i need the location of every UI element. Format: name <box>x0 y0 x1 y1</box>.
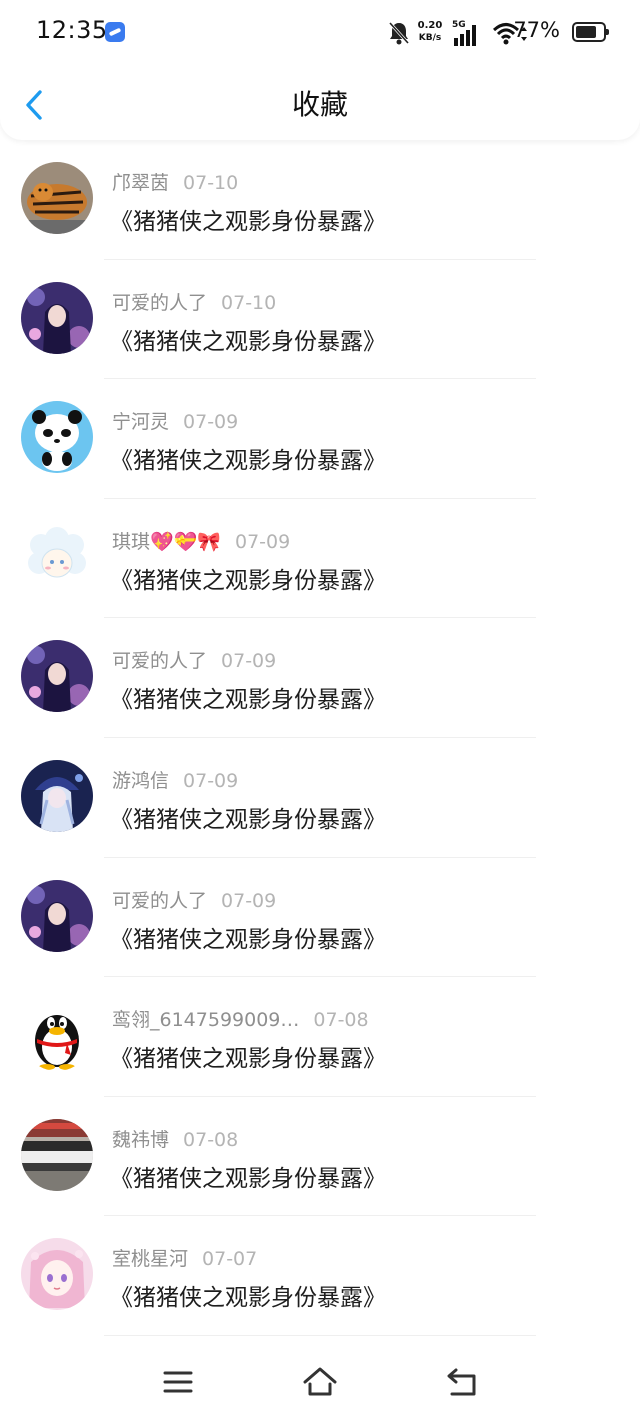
item-meta: 可爱的人了 07-09 <box>112 886 276 913</box>
item-date: 07-09 <box>183 769 239 792</box>
item-title[interactable]: 《猪猪侠之观影身份暴露》 <box>110 1039 386 1073</box>
home-icon <box>303 1367 337 1396</box>
item-meta: 可爱的人了 07-10 <box>112 288 276 315</box>
item-date: 07-08 <box>183 1128 239 1151</box>
system-nav-bar <box>0 1344 640 1422</box>
status-indicators: 0.20 KB/s 5G 77% <box>366 18 609 50</box>
net-speed: 0.20 KB/s <box>414 20 446 44</box>
item-meta: 可爱的人了 07-09 <box>112 646 276 673</box>
bell-muted-icon <box>388 21 410 45</box>
user-name[interactable]: 可爱的人了 <box>112 890 207 912</box>
divider <box>104 1334 536 1336</box>
menu-button[interactable] <box>158 1362 198 1402</box>
item-date: 07-10 <box>183 172 239 194</box>
status-time: 12:35 <box>36 16 108 44</box>
list-item[interactable]: 可爱的人了 07-10 《猪猪侠之观影身份暴露》 <box>0 260 640 380</box>
avatar[interactable] <box>21 999 93 1072</box>
avatar[interactable] <box>21 520 93 593</box>
battery-percent: 77% <box>513 18 560 42</box>
list-item[interactable]: 游鸿信 07-09 《猪猪侠之观影身份暴露》 <box>0 738 640 858</box>
menu-icon <box>163 1371 193 1393</box>
item-title[interactable]: 《猪猪侠之观影身份暴露》 <box>110 441 386 475</box>
user-name[interactable]: 魏祎博 <box>112 1129 169 1151</box>
avatar[interactable] <box>21 401 93 474</box>
item-date: 07-08 <box>313 1009 369 1032</box>
list-item[interactable]: 魏祎博 07-08 《猪猪侠之观影身份暴露》 <box>0 1097 640 1217</box>
avatar[interactable] <box>21 162 93 234</box>
item-title[interactable]: 《猪猪侠之观影身份暴露》 <box>110 800 386 834</box>
list-item[interactable]: 可爱的人了 07-09 《猪猪侠之观影身份暴露》 <box>0 618 640 738</box>
net-speed-unit: KB/s <box>418 33 442 43</box>
item-title[interactable]: 《猪猪侠之观影身份暴露》 <box>110 680 386 714</box>
cellular-signal-icon: 5G <box>452 20 480 48</box>
avatar[interactable] <box>21 759 93 832</box>
status-bar: 12:35 0.20 KB/s 5G 77% <box>0 0 640 68</box>
app-notification-icon <box>105 22 125 42</box>
page-title: 收藏 <box>291 88 348 121</box>
item-title[interactable]: 《猪猪侠之观影身份暴露》 <box>110 202 386 236</box>
favorites-list: 邝翠茵 07-10 《猪猪侠之观影身份暴露》 可爱的人了 07-10 《猪猪侠之观影… <box>0 140 640 1336</box>
list-item[interactable]: 室桃星河 07-07 《猪猪侠之观影身份暴露》 <box>0 1216 640 1336</box>
user-name[interactable]: 可爱的人了 <box>112 650 207 672</box>
avatar[interactable] <box>21 1118 93 1191</box>
header: 12:35 0.20 KB/s 5G 77% 收藏 <box>0 0 640 140</box>
user-name[interactable]: 鸾翎_6147599009… <box>112 1009 299 1031</box>
item-meta: 游鸿信 07-09 <box>112 766 238 793</box>
return-button[interactable] <box>442 1362 482 1402</box>
item-title[interactable]: 《猪猪侠之观影身份暴露》 <box>110 561 386 595</box>
item-date: 07-09 <box>221 889 277 912</box>
item-meta: 室桃星河 07-07 <box>112 1244 257 1271</box>
return-icon <box>447 1368 476 1396</box>
home-button[interactable] <box>300 1362 340 1402</box>
list-item[interactable]: 可爱的人了 07-09 《猪猪侠之观影身份暴露》 <box>0 858 640 978</box>
user-name[interactable]: 琪琪💖💝🎀 <box>112 531 221 553</box>
avatar[interactable] <box>21 281 93 354</box>
item-date: 07-09 <box>234 530 291 553</box>
item-date: 07-09 <box>221 650 277 673</box>
user-name[interactable]: 室桃星河 <box>112 1248 188 1270</box>
item-meta: 宁河灵 07-09 <box>112 407 238 434</box>
battery-icon <box>572 22 609 42</box>
item-title[interactable]: 《猪猪侠之观影身份暴露》 <box>110 1278 386 1312</box>
list-item[interactable]: 邝翠茵 07-10 《猪猪侠之观影身份暴露》 <box>0 140 640 260</box>
item-date: 07-09 <box>183 411 239 434</box>
screen: 12:35 0.20 KB/s 5G 77% 收藏 邝翠茵 07-10 《猪猪侠… <box>0 0 640 1422</box>
user-name[interactable]: 邝翠茵 <box>112 172 169 194</box>
item-title[interactable]: 《猪猪侠之观影身份暴露》 <box>110 920 386 954</box>
avatar[interactable] <box>21 640 93 713</box>
list-item[interactable]: 琪琪💖💝🎀 07-09 《猪猪侠之观影身份暴露》 <box>0 499 640 619</box>
avatar[interactable] <box>21 879 93 952</box>
list-item[interactable]: 鸾翎_6147599009… 07-08 《猪猪侠之观影身份暴露》 <box>0 977 640 1097</box>
user-name[interactable]: 可爱的人了 <box>112 292 207 314</box>
list-item[interactable]: 宁河灵 07-09 《猪猪侠之观影身份暴露》 <box>0 379 640 499</box>
item-meta: 鸾翎_6147599009… 07-08 <box>112 1005 369 1032</box>
item-date: 07-10 <box>221 291 277 314</box>
net-speed-value: 0.20 <box>417 20 443 31</box>
user-name[interactable]: 宁河灵 <box>112 411 169 433</box>
item-meta: 琪琪💖💝🎀 07-09 <box>112 527 290 554</box>
avatar[interactable] <box>21 1238 93 1311</box>
user-name[interactable]: 游鸿信 <box>112 770 169 792</box>
item-title[interactable]: 《猪猪侠之观影身份暴露》 <box>110 1159 386 1193</box>
item-meta: 魏祎博 07-08 <box>112 1125 238 1152</box>
item-meta: 邝翠茵 07-10 <box>112 168 238 195</box>
item-title[interactable]: 《猪猪侠之观影身份暴露》 <box>110 322 386 356</box>
item-date: 07-07 <box>202 1248 258 1271</box>
